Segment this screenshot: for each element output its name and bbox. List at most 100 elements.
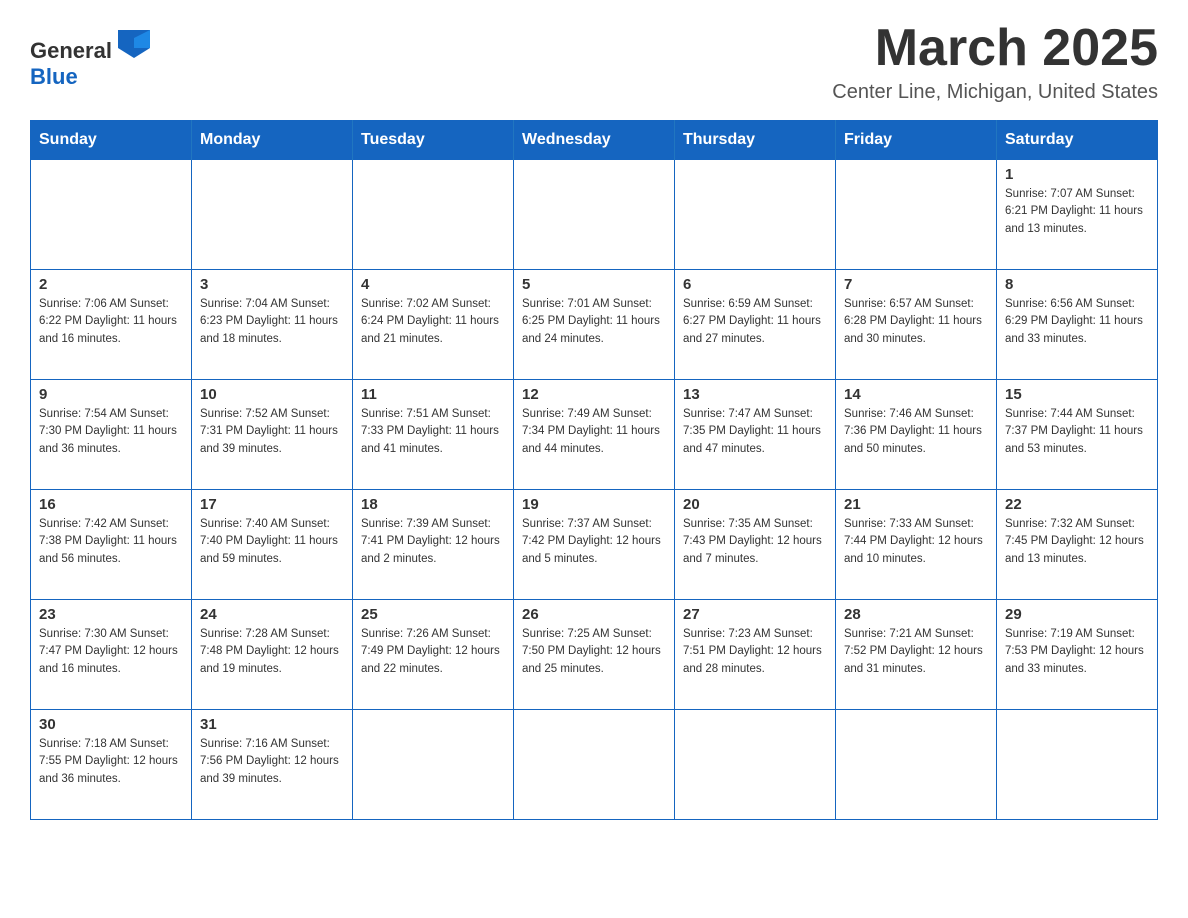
calendar-week-row: 1 Sunrise: 7:07 AM Sunset: 6:21 PM Daylig… (31, 160, 1158, 270)
calendar-title: March 2025 (832, 20, 1158, 77)
calendar-cell (997, 710, 1158, 820)
calendar-cell: 23Sunrise: 7:30 AM Sunset: 7:47 PM Dayli… (31, 600, 192, 710)
day-number: 12 (522, 386, 666, 403)
calendar-cell: 13 Sunrise: 7:47 AM Sunset: 7:35 PM Dayli… (675, 380, 836, 490)
day-info: Sunrise: 7:19 AM Sunset: 7:53 PM Dayligh… (1005, 626, 1149, 678)
logo: General Blue (30, 30, 150, 90)
day-number: 13 (683, 386, 827, 403)
title-section: March 2025 Center Line, Michigan, United… (832, 20, 1158, 104)
logo-general: General (30, 38, 112, 63)
calendar-cell: 21Sunrise: 7:33 AM Sunset: 7:44 PM Dayli… (836, 490, 997, 600)
calendar-cell: 17Sunrise: 7:40 AM Sunset: 7:40 PM Dayli… (192, 490, 353, 600)
calendar-cell: 28Sunrise: 7:21 AM Sunset: 7:52 PM Dayli… (836, 600, 997, 710)
weekday-header-sunday: Sunday (31, 121, 192, 160)
day-info: Sunrise: 7:40 AM Sunset: 7:40 PM Dayligh… (200, 516, 344, 568)
day-number: 16 (39, 496, 183, 513)
day-info: Sunrise: 7:16 AM Sunset: 7:56 PM Dayligh… (200, 736, 344, 788)
day-info: Sunrise: 7:52 AM Sunset: 7:31 PM Dayligh… (200, 406, 344, 458)
day-number: 4 (361, 276, 505, 293)
calendar-table: SundayMondayTuesdayWednesdayThursdayFrid… (30, 120, 1158, 820)
calendar-cell: 15Sunrise: 7:44 AM Sunset: 7:37 PM Dayli… (997, 380, 1158, 490)
calendar-cell: 24 Sunrise: 7:28 AM Sunset: 7:48 PM Dayli… (192, 600, 353, 710)
calendar-cell (836, 160, 997, 270)
calendar-week-row: 23Sunrise: 7:30 AM Sunset: 7:47 PM Dayli… (31, 600, 1158, 710)
day-info: Sunrise: 7:39 AM Sunset: 7:41 PM Dayligh… (361, 516, 505, 568)
calendar-cell: 19Sunrise: 7:37 AM Sunset: 7:42 PM Dayli… (514, 490, 675, 600)
calendar-cell: 8Sunrise: 6:56 AM Sunset: 6:29 PM Daylig… (997, 270, 1158, 380)
weekday-header-monday: Monday (192, 121, 353, 160)
calendar-cell: 5Sunrise: 7:01 AM Sunset: 6:25 PM Daylig… (514, 270, 675, 380)
calendar-cell: 16 Sunrise: 7:42 AM Sunset: 7:38 PM Dayli… (31, 490, 192, 600)
day-info: Sunrise: 7:51 AM Sunset: 7:33 PM Dayligh… (361, 406, 505, 458)
day-number: 24 (200, 606, 344, 623)
day-number: 31 (200, 716, 344, 733)
day-info: Sunrise: 7:26 AM Sunset: 7:49 PM Dayligh… (361, 626, 505, 678)
day-info: Sunrise: 7:33 AM Sunset: 7:44 PM Dayligh… (844, 516, 988, 568)
day-number: 23 (39, 606, 183, 623)
calendar-cell: 27Sunrise: 7:23 AM Sunset: 7:51 PM Dayli… (675, 600, 836, 710)
day-number: 26 (522, 606, 666, 623)
day-info: Sunrise: 7:02 AM Sunset: 6:24 PM Dayligh… (361, 296, 505, 348)
day-number: 28 (844, 606, 988, 623)
logo-text: General Blue (30, 30, 150, 90)
calendar-cell: 12Sunrise: 7:49 AM Sunset: 7:34 PM Dayli… (514, 380, 675, 490)
calendar-cell (192, 160, 353, 270)
day-info: Sunrise: 7:42 AM Sunset: 7:38 PM Dayligh… (39, 516, 183, 568)
day-number: 3 (200, 276, 344, 293)
day-number: 6 (683, 276, 827, 293)
day-number: 1 (1005, 166, 1149, 183)
day-info: Sunrise: 7:25 AM Sunset: 7:50 PM Dayligh… (522, 626, 666, 678)
day-number: 14 (844, 386, 988, 403)
calendar-cell: 26 Sunrise: 7:25 AM Sunset: 7:50 PM Dayli… (514, 600, 675, 710)
calendar-week-row: 30 Sunrise: 7:18 AM Sunset: 7:55 PM Dayli… (31, 710, 1158, 820)
day-info: Sunrise: 7:54 AM Sunset: 7:30 PM Dayligh… (39, 406, 183, 458)
day-number: 25 (361, 606, 505, 623)
calendar-cell: 22Sunrise: 7:32 AM Sunset: 7:45 PM Dayli… (997, 490, 1158, 600)
calendar-cell: 7 Sunrise: 6:57 AM Sunset: 6:28 PM Daylig… (836, 270, 997, 380)
calendar-cell: 14 Sunrise: 7:46 AM Sunset: 7:36 PM Dayli… (836, 380, 997, 490)
calendar-cell: 29 Sunrise: 7:19 AM Sunset: 7:53 PM Dayli… (997, 600, 1158, 710)
day-info: Sunrise: 7:47 AM Sunset: 7:35 PM Dayligh… (683, 406, 827, 458)
day-info: Sunrise: 7:06 AM Sunset: 6:22 PM Dayligh… (39, 296, 183, 348)
weekday-header-friday: Friday (836, 121, 997, 160)
calendar-cell (353, 160, 514, 270)
day-number: 29 (1005, 606, 1149, 623)
day-info: Sunrise: 7:37 AM Sunset: 7:42 PM Dayligh… (522, 516, 666, 568)
day-number: 11 (361, 386, 505, 403)
logo-flag-icon (118, 30, 150, 58)
calendar-cell: 30 Sunrise: 7:18 AM Sunset: 7:55 PM Dayli… (31, 710, 192, 820)
calendar-cell (514, 160, 675, 270)
day-number: 20 (683, 496, 827, 513)
calendar-week-row: 2 Sunrise: 7:06 AM Sunset: 6:22 PM Daylig… (31, 270, 1158, 380)
day-info: Sunrise: 7:46 AM Sunset: 7:36 PM Dayligh… (844, 406, 988, 458)
day-number: 2 (39, 276, 183, 293)
day-number: 7 (844, 276, 988, 293)
day-info: Sunrise: 7:18 AM Sunset: 7:55 PM Dayligh… (39, 736, 183, 788)
calendar-cell (836, 710, 997, 820)
day-info: Sunrise: 6:57 AM Sunset: 6:28 PM Dayligh… (844, 296, 988, 348)
day-info: Sunrise: 6:59 AM Sunset: 6:27 PM Dayligh… (683, 296, 827, 348)
calendar-cell: 6 Sunrise: 6:59 AM Sunset: 6:27 PM Daylig… (675, 270, 836, 380)
calendar-cell: 18 Sunrise: 7:39 AM Sunset: 7:41 PM Dayli… (353, 490, 514, 600)
calendar-cell: 2 Sunrise: 7:06 AM Sunset: 6:22 PM Daylig… (31, 270, 192, 380)
calendar-cell: 31 Sunrise: 7:16 AM Sunset: 7:56 PM Dayli… (192, 710, 353, 820)
weekday-header-tuesday: Tuesday (353, 121, 514, 160)
day-info: Sunrise: 7:07 AM Sunset: 6:21 PM Dayligh… (1005, 186, 1149, 238)
day-number: 30 (39, 716, 183, 733)
day-info: Sunrise: 7:35 AM Sunset: 7:43 PM Dayligh… (683, 516, 827, 568)
day-info: Sunrise: 7:32 AM Sunset: 7:45 PM Dayligh… (1005, 516, 1149, 568)
calendar-cell (675, 710, 836, 820)
calendar-cell: 4 Sunrise: 7:02 AM Sunset: 6:24 PM Daylig… (353, 270, 514, 380)
calendar-cell: 11 Sunrise: 7:51 AM Sunset: 7:33 PM Dayli… (353, 380, 514, 490)
calendar-cell (31, 160, 192, 270)
calendar-cell: 20 Sunrise: 7:35 AM Sunset: 7:43 PM Dayli… (675, 490, 836, 600)
day-number: 27 (683, 606, 827, 623)
calendar-cell: 1 Sunrise: 7:07 AM Sunset: 6:21 PM Daylig… (997, 160, 1158, 270)
day-number: 9 (39, 386, 183, 403)
weekday-header-wednesday: Wednesday (514, 121, 675, 160)
weekday-header-thursday: Thursday (675, 121, 836, 160)
day-info: Sunrise: 7:28 AM Sunset: 7:48 PM Dayligh… (200, 626, 344, 678)
logo-blue: Blue (30, 64, 78, 89)
calendar-cell: 9 Sunrise: 7:54 AM Sunset: 7:30 PM Daylig… (31, 380, 192, 490)
day-number: 18 (361, 496, 505, 513)
